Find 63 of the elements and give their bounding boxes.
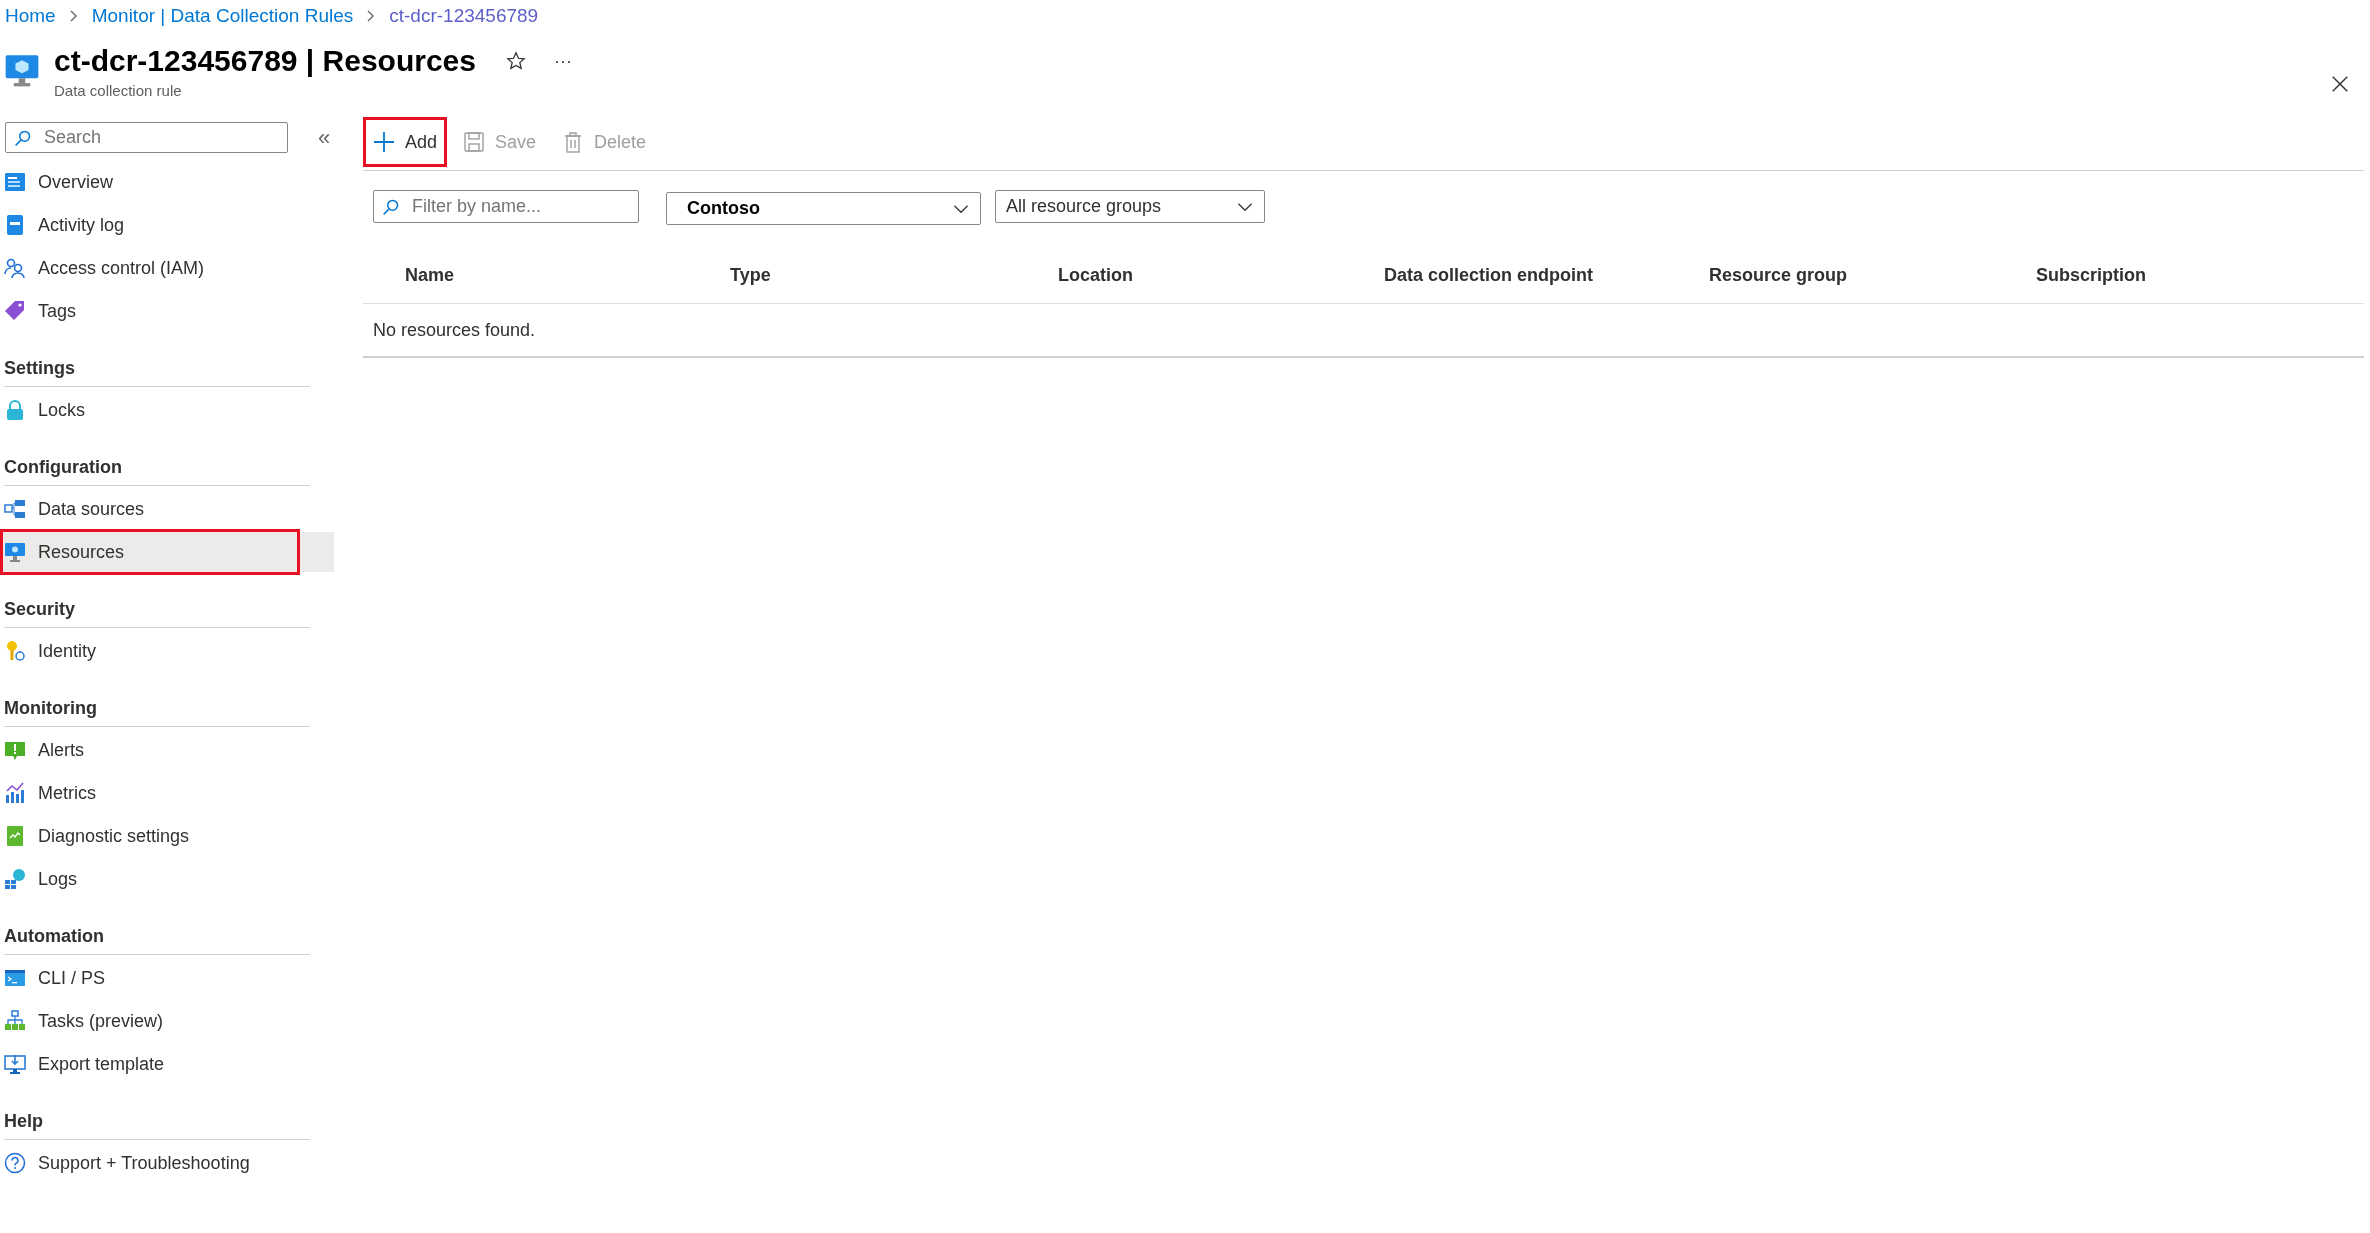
plus-icon (373, 131, 395, 153)
nav-item[interactable]: Support + Troubleshooting (0, 1143, 335, 1183)
nav-item[interactable]: CLI / PS (0, 958, 335, 998)
chart-book-icon (4, 825, 26, 847)
nav-item[interactable]: Alerts (0, 730, 335, 770)
search-icon (382, 197, 400, 216)
search-field[interactable]: Search (5, 122, 288, 153)
nav-item[interactable]: Identity (0, 631, 335, 671)
search-icon (14, 128, 32, 147)
alert-icon (4, 739, 26, 761)
nav-item[interactable]: Data sources (0, 489, 335, 529)
people-icon (4, 257, 26, 279)
book-icon (4, 214, 26, 236)
logs-icon (4, 868, 26, 890)
nav-item[interactable]: Resources (0, 532, 334, 572)
nav-item[interactable]: Locks (0, 390, 335, 430)
page-title: ct-dcr-123456789 | Resources (54, 44, 476, 78)
subscription-dropdown[interactable]: Contoso (666, 192, 981, 225)
help-icon (4, 1152, 26, 1174)
section-heading: Security (4, 592, 310, 628)
nav-item[interactable]: Diagnostic settings (0, 816, 335, 856)
list-icon (4, 171, 26, 193)
nav-item[interactable]: Logs (0, 859, 335, 899)
breadcrumb-link[interactable]: Home (5, 5, 56, 27)
close-icon (2330, 74, 2350, 94)
column-header: Resource group (1709, 264, 1849, 286)
hierarchy-icon (4, 1010, 26, 1032)
column-header: Data collection endpoint (1384, 264, 1594, 286)
nav-item[interactable]: Tags (0, 291, 335, 331)
tag-icon (4, 300, 26, 322)
monitor-icon (4, 541, 26, 563)
download-monitor-icon (4, 1053, 26, 1075)
bar-chart-icon (4, 782, 26, 804)
nav-item[interactable]: Overview (0, 162, 335, 202)
empty-message: No resources found. (373, 319, 536, 341)
column-header: Name (405, 264, 456, 286)
section-heading: Configuration (4, 450, 310, 486)
star-icon (506, 51, 526, 71)
nav-item[interactable]: Tasks (preview) (0, 1001, 335, 1041)
padlock-icon (4, 399, 26, 421)
data-sources-icon (4, 498, 26, 520)
nav-item[interactable]: Export template (0, 1044, 335, 1084)
monitor-icon (4, 52, 40, 88)
nav-item[interactable]: Metrics (0, 773, 335, 813)
nav-item[interactable]: Activity log (0, 205, 335, 245)
section-heading: Automation (4, 919, 310, 955)
page-subtitle: Data collection rule (54, 82, 183, 99)
toolbar-button[interactable]: Add (363, 117, 448, 167)
more-button[interactable]: ··· (550, 50, 576, 72)
column-header: Type (730, 264, 772, 286)
nav-item[interactable]: Access control (IAM) (0, 248, 335, 288)
breadcrumb-link[interactable]: Monitor | Data Collection Rules (91, 5, 354, 27)
breadcrumb-link[interactable]: ct-dcr-123456789 (389, 5, 539, 27)
column-header: Subscription (2036, 264, 2147, 286)
resource-group-dropdown[interactable]: All resource groups (995, 190, 1265, 223)
terminal-icon (4, 967, 26, 989)
column-header: Location (1058, 264, 1134, 286)
section-heading: Settings (4, 351, 310, 387)
section-heading: Help (4, 1104, 310, 1140)
collapse-button[interactable]: « (314, 124, 335, 151)
section-heading: Monitoring (4, 691, 310, 727)
filter-field[interactable]: Filter by name... (373, 190, 639, 223)
key-icon (4, 640, 26, 662)
